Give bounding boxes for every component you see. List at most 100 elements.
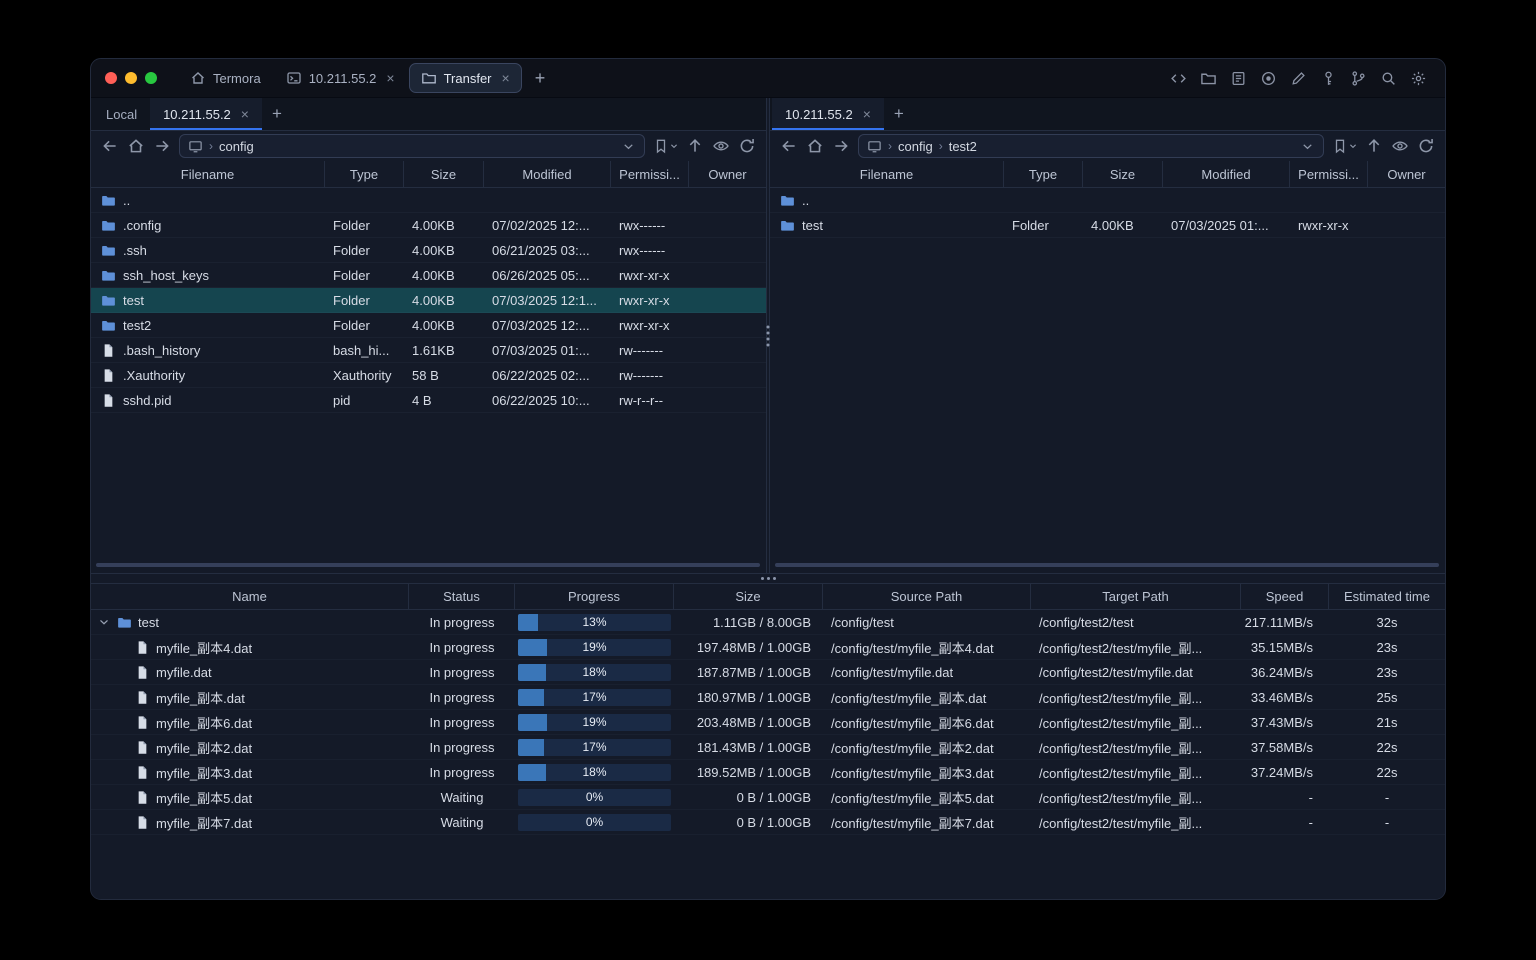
window-tab-label: Transfer (443, 70, 492, 86)
parent-directory-icon[interactable] (686, 137, 704, 155)
code-icon[interactable] (1170, 70, 1187, 87)
chevron-down-icon[interactable] (1300, 139, 1315, 154)
transfer-row-myfile-3-dat[interactable]: myfile_副本3.dat In progress 18% 189.52MB / 1… (91, 760, 1445, 785)
chevron-down-icon[interactable] (621, 139, 636, 154)
refresh-icon[interactable] (1417, 137, 1435, 155)
left-file-row-ssh-host-keys[interactable]: ssh_host_keys Folder 4.00KB 06/26/2025 05:.… (91, 263, 766, 288)
close-icon[interactable]: × (499, 71, 510, 85)
left-add-tab-button[interactable]: + (262, 98, 292, 130)
transfer-row-myfile-7-dat[interactable]: myfile_副本7.dat Waiting 0% 0 B / 1.00GB/conf… (91, 810, 1445, 835)
folder-icon[interactable] (1200, 70, 1217, 87)
gear-icon[interactable] (1410, 70, 1427, 87)
bookmark-icon[interactable] (653, 137, 678, 155)
window-tab-10-211-55-2[interactable]: 10.211.55.2 × (275, 63, 406, 93)
column-header-size[interactable]: Size (1083, 161, 1163, 187)
file-type (325, 188, 404, 212)
column-header-owner[interactable]: Owner (1368, 161, 1445, 187)
parent-directory-icon[interactable] (1365, 137, 1383, 155)
close-window-button[interactable] (105, 72, 117, 84)
left-tab-10-211-55-2[interactable]: 10.211.55.2 × (150, 98, 262, 130)
column-header-size[interactable]: Size (404, 161, 484, 187)
transfer-status: Waiting (440, 814, 484, 830)
show-hidden-files-icon[interactable] (1391, 137, 1409, 155)
right-tab-10-211-55-2[interactable]: 10.211.55.2 × (772, 98, 884, 130)
transfer-column-header-progress[interactable]: Progress (515, 584, 674, 609)
left-file-row-ssh[interactable]: .ssh Folder 4.00KB 06/21/2025 03:... rwx----… (91, 238, 766, 263)
column-header-modified[interactable]: Modified (1163, 161, 1290, 187)
transfer-column-header-estimated-time[interactable]: Estimated time (1329, 584, 1445, 609)
refresh-icon[interactable] (738, 137, 756, 155)
log-icon[interactable] (1230, 70, 1247, 87)
breadcrumb-segment-test2[interactable]: test2 (949, 139, 977, 154)
column-header-owner[interactable]: Owner (689, 161, 766, 187)
home-icon[interactable] (806, 137, 824, 155)
transfer-column-header-size[interactable]: Size (674, 584, 823, 609)
minimize-window-button[interactable] (125, 72, 137, 84)
transfer-size: 180.97MB / 1.00GB (696, 689, 811, 705)
column-header-type[interactable]: Type (325, 161, 404, 187)
column-header-permissi[interactable]: Permissi... (611, 161, 689, 187)
transfer-name: myfile_副本6.dat (156, 715, 253, 731)
new-window-tab-button[interactable]: + (535, 69, 546, 87)
window-tab-termora[interactable]: Termora (179, 63, 272, 93)
show-hidden-files-icon[interactable] (712, 137, 730, 155)
transfer-row-myfile-5-dat[interactable]: myfile_副本5.dat Waiting 0% 0 B / 1.00GB/conf… (91, 785, 1445, 810)
right-file-row-test[interactable]: test Folder 4.00KB 07/03/2025 01:... rwxr-xr… (770, 213, 1445, 238)
column-header-type[interactable]: Type (1004, 161, 1083, 187)
breadcrumb-segment-config[interactable]: config (219, 139, 254, 154)
column-header-filename[interactable]: Filename (770, 161, 1004, 187)
right-add-tab-button[interactable]: + (884, 98, 914, 130)
transfer-row-myfile-2-dat[interactable]: myfile_副本2.dat In progress 17% 181.43MB / 1… (91, 735, 1445, 760)
breadcrumb-segment-config[interactable]: config (898, 139, 933, 154)
target-path: /config/test2/test/myfile_副... (1039, 790, 1203, 806)
window-tab-transfer[interactable]: Transfer × (408, 63, 522, 93)
transfer-row-myfile-6-dat[interactable]: myfile_副本6.dat In progress 19% 203.48MB / 1… (91, 710, 1445, 735)
collapse-icon[interactable] (97, 615, 111, 629)
left-tab-local[interactable]: Local (93, 98, 150, 130)
edit-icon[interactable] (1290, 70, 1307, 87)
branch-icon[interactable] (1350, 70, 1367, 87)
transfer-row-test[interactable]: test In progress 13% 1.11GB / 8.00GB/config… (91, 610, 1445, 635)
bookmark-icon[interactable] (1332, 137, 1357, 155)
file-type: Xauthority (333, 367, 392, 383)
back-icon[interactable] (101, 137, 119, 155)
left-file-row-sshd-pid[interactable]: sshd.pid pid 4 B 06/22/2025 10:... rw-r--r-- (91, 388, 766, 413)
transfer-row-myfile-4-dat[interactable]: myfile_副本4.dat In progress 19% 197.48MB / 1… (91, 635, 1445, 660)
search-icon[interactable] (1380, 70, 1397, 87)
column-header-filename[interactable]: Filename (91, 161, 325, 187)
computer-icon (867, 139, 882, 154)
left-file-row-xauthority[interactable]: .Xauthority Xauthority 58 B 06/22/2025 02:.… (91, 363, 766, 388)
horizontal-splitter[interactable] (91, 573, 1445, 584)
column-header-permissi[interactable]: Permissi... (1290, 161, 1368, 187)
home-icon[interactable] (127, 137, 145, 155)
right-file-row-item[interactable]: .. (770, 188, 1445, 213)
filename: .bash_history (123, 342, 201, 358)
right-horizontal-scrollbar[interactable] (775, 563, 1439, 567)
record-icon[interactable] (1260, 70, 1277, 87)
zoom-window-button[interactable] (145, 72, 157, 84)
left-file-row-bash-history[interactable]: .bash_history bash_hi... 1.61KB 07/03/2025 … (91, 338, 766, 363)
transfer-column-header-target-path[interactable]: Target Path (1031, 584, 1241, 609)
transfer-column-header-status[interactable]: Status (409, 584, 515, 609)
left-path-field[interactable]: › config (179, 134, 645, 158)
back-icon[interactable] (780, 137, 798, 155)
left-file-row-config[interactable]: .config Folder 4.00KB 07/02/2025 12:... rwx-… (91, 213, 766, 238)
transfer-column-header-speed[interactable]: Speed (1241, 584, 1329, 609)
transfer-column-header-name[interactable]: Name (91, 584, 409, 609)
column-header-modified[interactable]: Modified (484, 161, 611, 187)
forward-icon[interactable] (153, 137, 171, 155)
left-file-row-test2[interactable]: test2 Folder 4.00KB 07/03/2025 12:... rwxr-x… (91, 313, 766, 338)
left-file-row-item[interactable]: .. (91, 188, 766, 213)
transfer-row-myfile-dat[interactable]: myfile_副本.dat In progress 17% 180.97MB / 1.… (91, 685, 1445, 710)
forward-icon[interactable] (832, 137, 850, 155)
right-path-field[interactable]: › config › test2 (858, 134, 1324, 158)
key-icon[interactable] (1320, 70, 1337, 87)
transfer-row-myfile-dat[interactable]: myfile.dat In progress 18% 187.87MB / 1.00G… (91, 660, 1445, 685)
close-icon[interactable]: × (860, 107, 871, 121)
close-icon[interactable]: × (238, 107, 249, 121)
close-icon[interactable]: × (383, 71, 394, 85)
target-path: /config/test2/test/myfile_副... (1039, 640, 1203, 656)
transfer-column-header-source-path[interactable]: Source Path (823, 584, 1031, 609)
left-file-row-test[interactable]: test Folder 4.00KB 07/03/2025 12:1... rwxr-x… (91, 288, 766, 313)
left-horizontal-scrollbar[interactable] (96, 563, 760, 567)
